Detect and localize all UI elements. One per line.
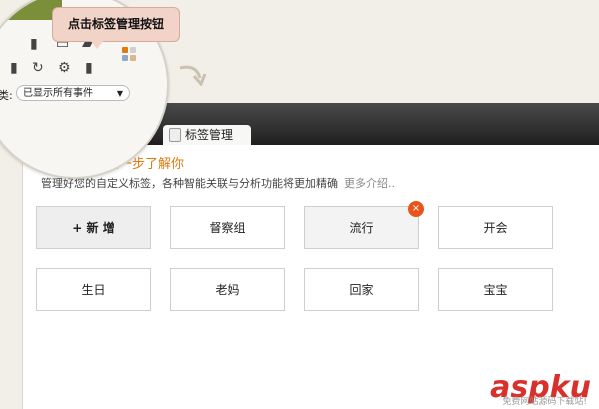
watermark-subtitle: 免费网站源码下载站!: [502, 397, 587, 407]
tag-item[interactable]: 开会: [438, 206, 553, 249]
refresh-icon[interactable]: ↻: [32, 60, 44, 76]
file-icon: ▮: [10, 60, 18, 76]
tab-tag-management[interactable]: 标签管理: [163, 125, 252, 145]
tag-item-selected[interactable]: 流行 ×: [304, 201, 424, 249]
tag-item[interactable]: 回家: [304, 268, 419, 311]
gear-icon[interactable]: ⚙: [58, 60, 71, 76]
chevron-down-icon: ▼: [116, 89, 123, 98]
tab-label: 标签管理: [185, 128, 234, 142]
tag-item[interactable]: 宝宝: [438, 268, 553, 311]
arrow-icon: [179, 65, 207, 86]
promo-description: 管理好您的自定义标签，各种智能关联与分析功能将更加精确 更多介绍..: [41, 175, 395, 191]
promo-desc-text: 管理好您的自定义标签，各种智能关联与分析功能将更加精确: [41, 177, 338, 190]
tag-item[interactable]: 老妈: [170, 268, 285, 311]
tag-item[interactable]: 督察组: [170, 206, 285, 249]
select-value: 已显示所有事件: [23, 88, 93, 99]
category-label: 类:: [0, 89, 13, 102]
more-link[interactable]: 更多介绍..: [344, 177, 395, 190]
tag-manage-icon[interactable]: ▮: [85, 60, 93, 76]
tag-icon: [169, 128, 181, 142]
color-dots-icon: [122, 47, 138, 63]
delete-icon[interactable]: ×: [408, 201, 424, 217]
add-tag-button[interactable]: + 新 增: [36, 206, 151, 249]
document-icon: ▮: [30, 36, 38, 52]
callout-tail: [90, 40, 104, 49]
callout-bubble: 点击标签管理按钮: [52, 7, 180, 42]
tag-label: 流行: [349, 221, 374, 235]
tag-item[interactable]: 生日: [36, 268, 151, 311]
event-filter-select[interactable]: 已显示所有事件 ▼: [16, 85, 130, 101]
